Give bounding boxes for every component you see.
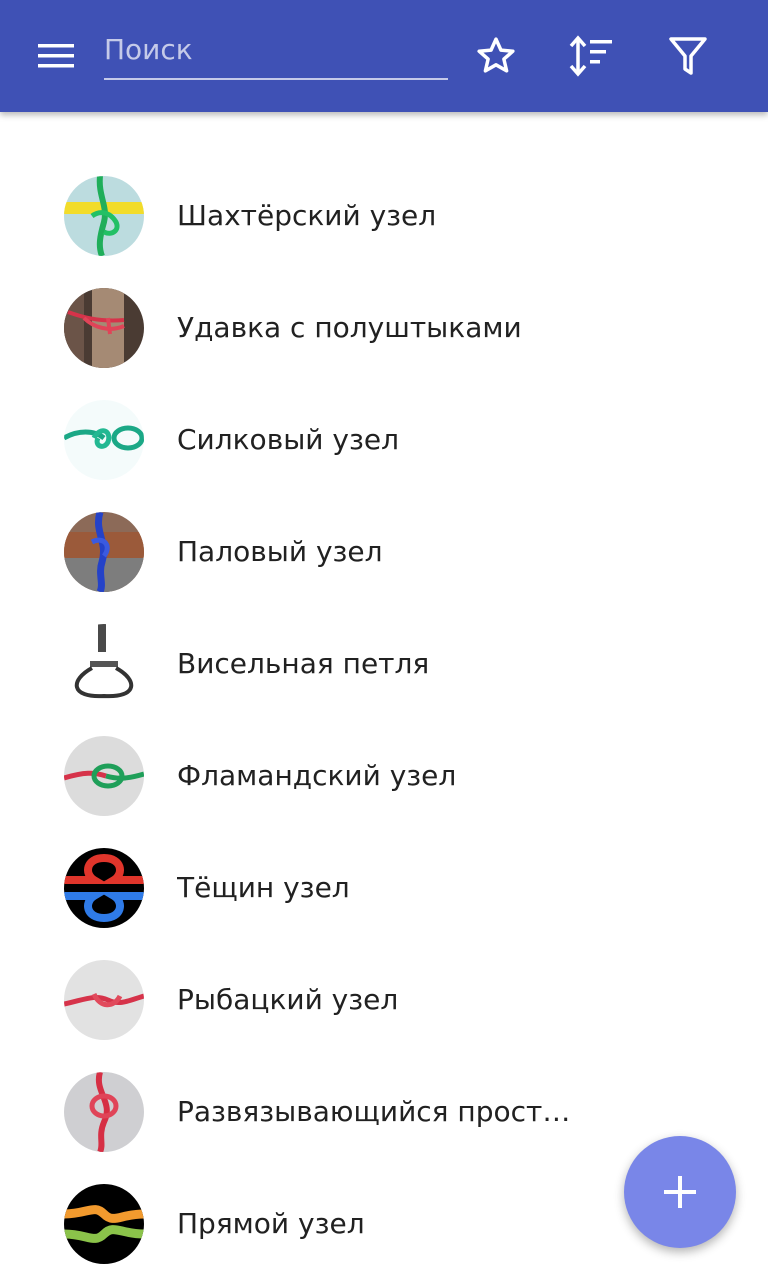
sort-icon bbox=[569, 35, 612, 77]
plus-icon bbox=[664, 1176, 696, 1208]
timber-hitch-thumbnail bbox=[64, 288, 144, 368]
list-item[interactable]: Висельная петля bbox=[0, 608, 768, 720]
knot-title: Силковый узел bbox=[177, 423, 399, 456]
knot-title: Фламандский узел bbox=[177, 759, 457, 792]
menu-icon bbox=[38, 44, 74, 68]
knot-title: Развязывающийся простой узел bbox=[177, 1095, 587, 1128]
filter-button[interactable] bbox=[660, 28, 716, 84]
list-item[interactable]: Паловый узел bbox=[0, 496, 768, 608]
filter-icon bbox=[669, 37, 707, 75]
miner-knot-thumbnail bbox=[64, 176, 144, 256]
knot-title: Прямой узел bbox=[177, 1207, 365, 1240]
knot-title: Рыбацкий узел bbox=[177, 983, 399, 1016]
slipped-overhand-thumbnail bbox=[64, 1072, 144, 1152]
add-button[interactable] bbox=[624, 1136, 736, 1248]
list-item[interactable]: Тёщин узел bbox=[0, 832, 768, 944]
snare-knot-thumbnail bbox=[64, 400, 144, 480]
pile-hitch-thumbnail bbox=[64, 512, 144, 592]
flemish-knot-thumbnail bbox=[64, 736, 144, 816]
knot-title: Удавка с полуштыками bbox=[177, 311, 522, 344]
search-input[interactable] bbox=[104, 26, 448, 72]
knot-title: Шахтёрский узел bbox=[177, 199, 437, 232]
square-knot-thumbnail bbox=[64, 1184, 144, 1264]
knot-list: Шахтёрский узел Удавка с полуштыками Сил… bbox=[0, 160, 768, 1280]
fisherman-knot-thumbnail bbox=[64, 960, 144, 1040]
knot-title: Паловый узел bbox=[177, 535, 383, 568]
search-field[interactable] bbox=[104, 22, 448, 80]
list-item[interactable]: Силковый узел bbox=[0, 384, 768, 496]
hangman-noose-thumbnail bbox=[64, 624, 144, 704]
list-item[interactable]: Удавка с полуштыками bbox=[0, 272, 768, 384]
menu-button[interactable] bbox=[28, 28, 84, 84]
knot-title: Висельная петля bbox=[177, 647, 430, 680]
star-icon bbox=[477, 37, 515, 73]
list-item[interactable]: Шахтёрский узел bbox=[0, 160, 768, 272]
list-item[interactable]: Фламандский узел bbox=[0, 720, 768, 832]
favorites-button[interactable] bbox=[468, 28, 524, 84]
app-bar bbox=[0, 0, 768, 112]
knot-title: Тёщин узел bbox=[177, 871, 350, 904]
list-item[interactable]: Рыбацкий узел bbox=[0, 944, 768, 1056]
sort-button[interactable] bbox=[563, 28, 619, 84]
thief-knot-thumbnail bbox=[64, 848, 144, 928]
